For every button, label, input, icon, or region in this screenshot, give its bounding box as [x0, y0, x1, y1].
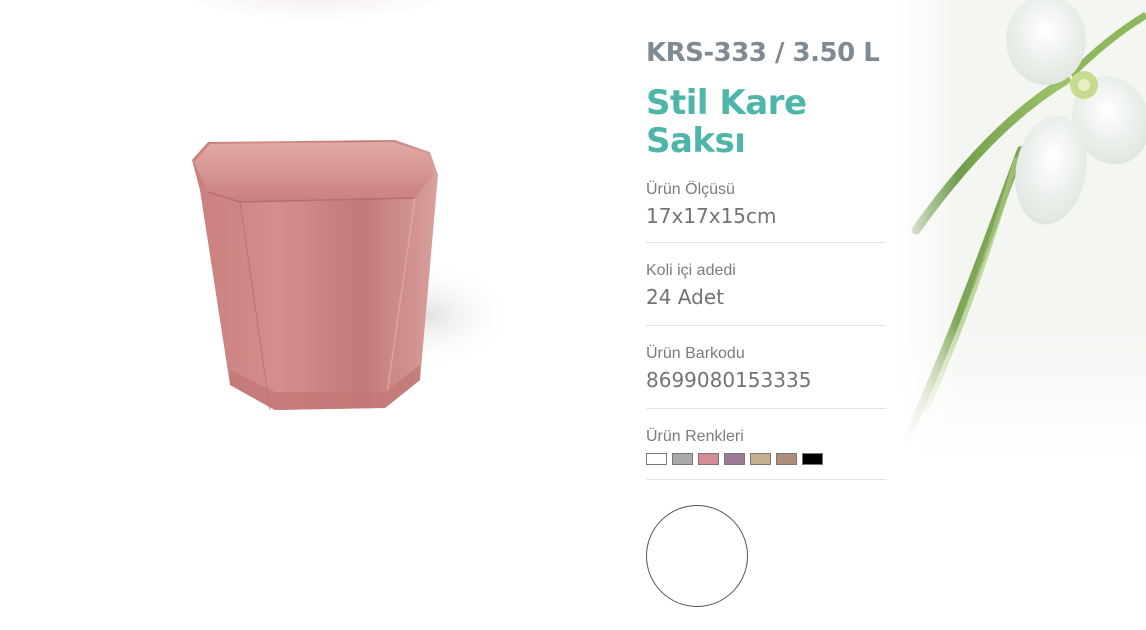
- color-swatch-white[interactable]: [646, 453, 667, 465]
- spec-label: Ürün Ölçüsü: [646, 181, 735, 198]
- spec-value: 17x17x15cm: [646, 204, 777, 228]
- spec-size: Ürün Ölçüsü 17x17x15cm: [646, 180, 886, 243]
- spec-colors: Ürün Renkleri: [646, 427, 886, 480]
- spec-box-quantity: Koli içi adedi 24 Adet: [646, 261, 886, 326]
- spec-label: Ürün Renkleri: [646, 428, 744, 445]
- spec-label: Ürün Barkodu: [646, 345, 745, 362]
- decorative-blurred-object: [170, 0, 460, 20]
- spec-label: Koli içi adedi: [646, 262, 736, 279]
- color-swatch-grey[interactable]: [672, 453, 693, 465]
- product-title: Stil Kare Saksı: [646, 83, 807, 161]
- color-swatch-list: [646, 453, 886, 465]
- spec-value: 8699080153335: [646, 368, 812, 392]
- product-details: KRS-333 / 3.50 L Stil Kare Saksı Ürün Öl…: [646, 34, 886, 480]
- color-swatch-brown[interactable]: [776, 453, 797, 465]
- flower-decoration-image: [896, 0, 1146, 460]
- spec-barcode: Ürün Barkodu 8699080153335: [646, 344, 886, 409]
- product-page: KRS-333 / 3.50 L Stil Kare Saksı Ürün Öl…: [0, 0, 1146, 630]
- color-swatch-pink[interactable]: [698, 453, 719, 465]
- product-pot-image: [180, 130, 515, 430]
- color-swatch-black[interactable]: [802, 453, 823, 465]
- spec-value: 24 Adet: [646, 285, 724, 309]
- product-code: KRS-333 / 3.50 L: [646, 38, 880, 68]
- color-swatch-beige[interactable]: [750, 453, 771, 465]
- round-action-button[interactable]: [646, 505, 748, 607]
- color-swatch-purple[interactable]: [724, 453, 745, 465]
